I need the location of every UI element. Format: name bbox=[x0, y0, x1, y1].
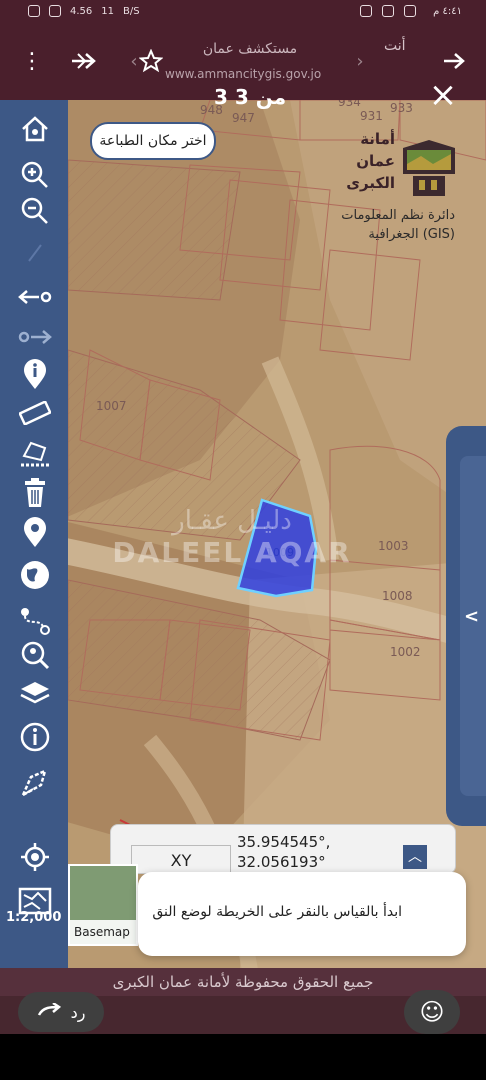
watermark-english: DALEEL AQAR bbox=[112, 536, 352, 569]
parcel-label: 1007 bbox=[96, 399, 127, 413]
right-panel-toggle[interactable]: < bbox=[446, 426, 486, 826]
info-pin-icon[interactable] bbox=[16, 359, 54, 390]
map-toolbar: 1:2,000 bbox=[0, 100, 68, 970]
basemap-label: Basemap bbox=[70, 920, 136, 944]
route-icon[interactable] bbox=[16, 605, 54, 635]
longitude-value: 35.954545°, bbox=[237, 833, 331, 851]
menu-dots-icon[interactable]: ⋮ bbox=[18, 47, 46, 75]
mail-icon bbox=[49, 5, 61, 17]
basemap-switcher[interactable]: Basemap bbox=[68, 864, 138, 946]
back-title: أنت bbox=[384, 38, 406, 54]
layers-icon[interactable] bbox=[16, 678, 54, 708]
close-icon[interactable]: × bbox=[426, 78, 460, 112]
measure-toast: ابدأ بالقياس بالنقر على الخريطة لوضع الن… bbox=[138, 872, 466, 956]
facebook-icon bbox=[382, 5, 394, 17]
chevron-up-icon[interactable]: ︿ bbox=[403, 845, 427, 869]
watermark-arabic: دليـل عقـار bbox=[172, 506, 292, 536]
share-icon[interactable] bbox=[440, 47, 468, 75]
xy-label[interactable]: XY bbox=[131, 845, 231, 873]
choose-print-location-button[interactable]: اختر مكان الطباعة bbox=[90, 122, 216, 160]
coordinates-panel: XY 35.954545°, 32.056193° ︿ bbox=[110, 824, 456, 874]
site-url[interactable]: www.ammancitygis.gov.jo bbox=[165, 67, 325, 81]
trash-icon[interactable] bbox=[16, 478, 54, 508]
page-counter: 3 من 3 bbox=[214, 85, 287, 109]
back-arrow-icon[interactable] bbox=[16, 282, 54, 312]
system-nav-bar bbox=[0, 1034, 486, 1080]
amman-emblem-icon bbox=[403, 140, 455, 196]
draw-icon[interactable] bbox=[16, 768, 54, 798]
status-bar: 4.56 11 B/S ٤:٤١ م bbox=[0, 0, 486, 22]
zoom-in-icon[interactable] bbox=[16, 160, 54, 190]
gps-icon[interactable] bbox=[16, 842, 54, 872]
zoom-out-icon[interactable] bbox=[16, 196, 54, 226]
chevron-left-icon[interactable]: < bbox=[464, 606, 479, 627]
carrier: 11 bbox=[101, 5, 114, 17]
screen: { "status_bar": { "time": "٤:٤١ م", "sig… bbox=[0, 0, 486, 1080]
parcel-label: 1002 bbox=[390, 645, 421, 659]
layers-hand-icon[interactable] bbox=[16, 238, 54, 268]
chevron-right-icon: › bbox=[356, 50, 364, 72]
parcel-label: 947 bbox=[232, 111, 255, 125]
logo-line-2: عمان bbox=[356, 152, 395, 170]
map-icon[interactable] bbox=[16, 886, 54, 916]
next-arrow-icon[interactable] bbox=[16, 322, 54, 352]
clock: ٤:٤١ م bbox=[433, 5, 462, 17]
emoji-icon[interactable]: ☺ bbox=[404, 990, 460, 1034]
parcel-label: 934 bbox=[338, 100, 361, 109]
logo-line-1: أمانة bbox=[360, 130, 395, 148]
chevron-left-icon: ‹ bbox=[130, 50, 138, 72]
globe-icon[interactable] bbox=[16, 560, 54, 590]
whatsapp-icon bbox=[28, 5, 40, 17]
signal-value: 4.56 bbox=[70, 5, 93, 17]
net-speed: B/S bbox=[123, 5, 140, 17]
instagram-icon bbox=[404, 5, 416, 17]
reply-label: رد bbox=[70, 1002, 86, 1022]
area-measure-icon[interactable] bbox=[16, 438, 54, 468]
watermark: دليـل عقـار DALEEL AQAR bbox=[62, 506, 402, 569]
dept-line-1: دائرة نظم المعلومات bbox=[341, 208, 455, 223]
reply-arrow-icon bbox=[37, 1003, 61, 1016]
parcel-label: 933 bbox=[390, 101, 413, 115]
parcel-label: 1008 bbox=[382, 589, 413, 603]
dept-line-2: الجغرافية (GIS) bbox=[368, 227, 455, 242]
ruler-icon[interactable] bbox=[16, 398, 54, 428]
home-icon[interactable] bbox=[16, 114, 54, 144]
forward-icon[interactable] bbox=[70, 47, 98, 75]
toast-message: ابدأ بالقياس بالنقر على الخريطة لوضع الن… bbox=[152, 904, 402, 920]
messenger-icon bbox=[360, 5, 372, 17]
site-title: مستكشف عمان bbox=[202, 41, 298, 57]
info-icon[interactable] bbox=[16, 722, 54, 752]
logo-line-3: الكبرى bbox=[346, 174, 395, 192]
latitude-value: 32.056193° bbox=[237, 853, 326, 871]
amman-logo: أمانة عمان الكبرى دائرة نظم المعلومات ال… bbox=[300, 120, 465, 250]
location-pin-icon[interactable] bbox=[16, 517, 54, 548]
reply-button[interactable]: رد bbox=[18, 992, 104, 1032]
search-location-icon[interactable] bbox=[16, 640, 54, 670]
